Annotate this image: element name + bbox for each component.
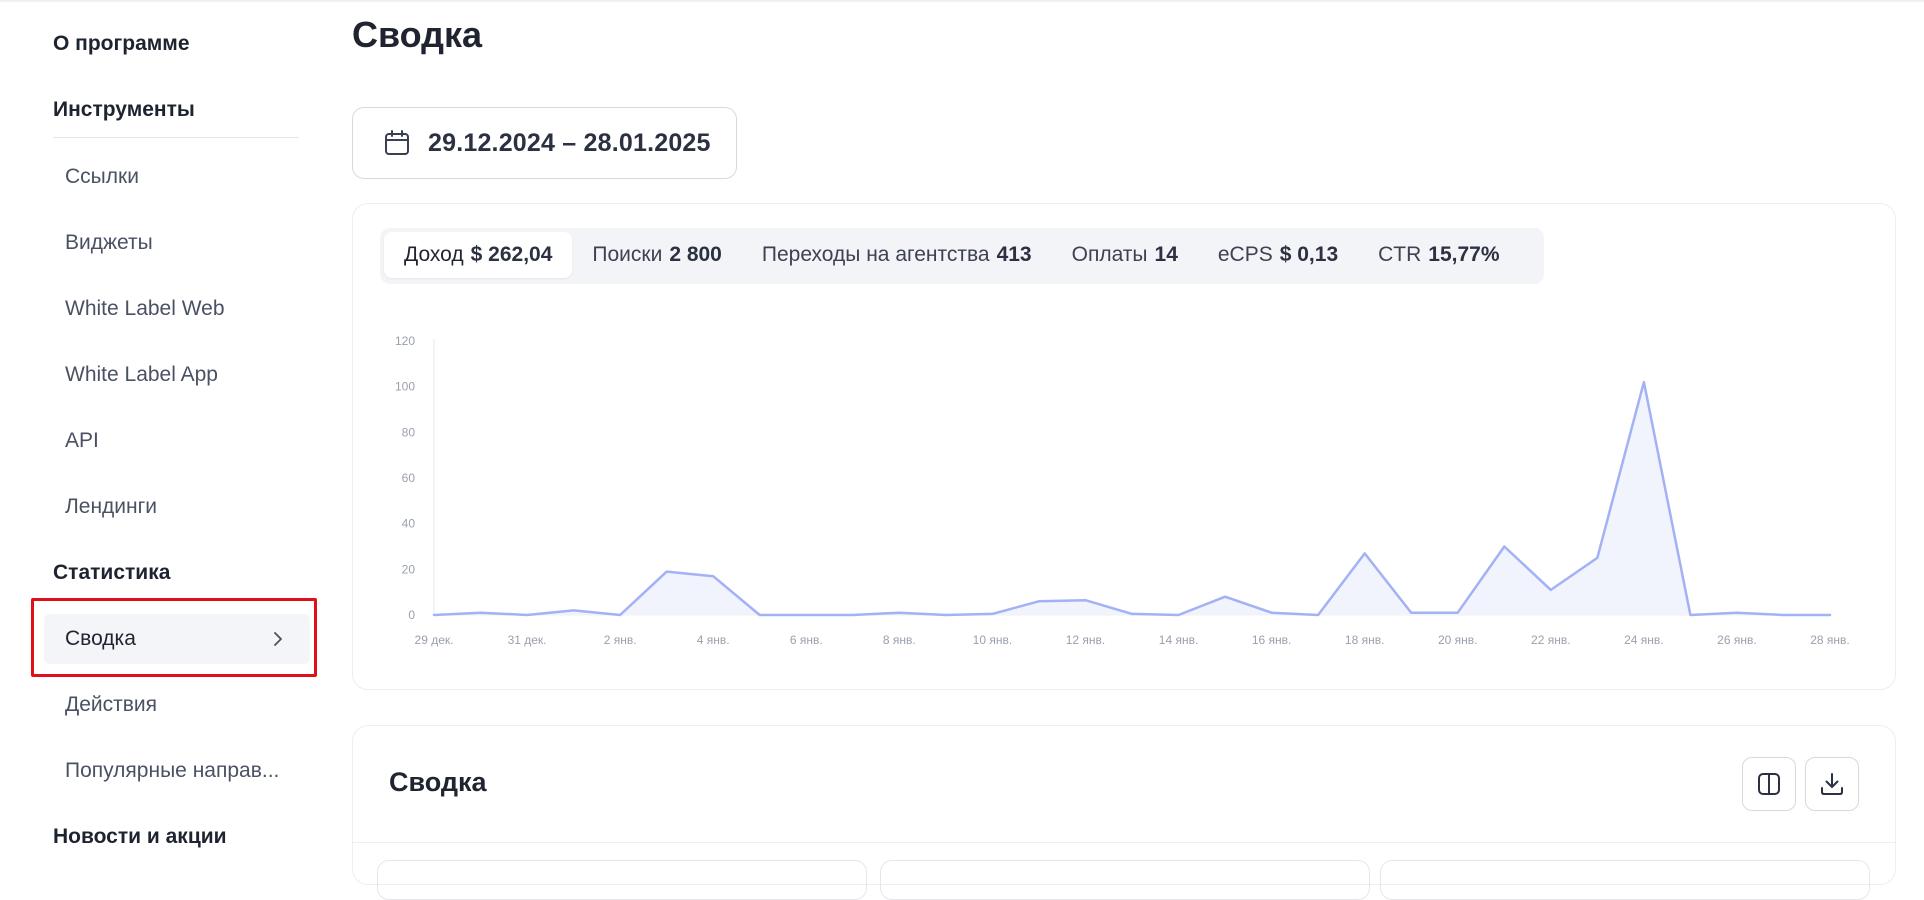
x-tick-label: 10 янв. (973, 633, 1013, 647)
x-tick-label: 24 янв. (1624, 633, 1664, 647)
page-title: Сводка (352, 14, 483, 55)
x-tick-label: 2 янв. (604, 633, 637, 647)
y-tick-label: 0 (408, 608, 415, 622)
sidebar-section-statistics[interactable]: Статистика (53, 561, 170, 585)
sidebar-item-summary[interactable]: Сводка (44, 614, 310, 664)
y-tick-label: 20 (402, 562, 416, 576)
y-tick-label: 60 (402, 471, 416, 485)
chevron-right-icon (274, 632, 282, 646)
sidebar-item-actions[interactable]: Действия (44, 680, 310, 730)
sidebar-item-white-label-app[interactable]: White Label App (44, 350, 310, 400)
x-tick-label: 14 янв. (1159, 633, 1199, 647)
sidebar-item-label: White Label App (65, 363, 218, 386)
sidebar-item-label: Сводка (65, 627, 136, 650)
sidebar-item-label: Лендинги (65, 495, 158, 518)
summary-title: Сводка (389, 767, 487, 797)
x-tick-label: 20 янв. (1438, 633, 1478, 647)
x-tick-label: 12 янв. (1066, 633, 1106, 647)
sidebar-item-label: API (65, 429, 99, 452)
sidebar-item-popular-destinations[interactable]: Популярные направ... (44, 746, 310, 796)
download-icon (1821, 773, 1843, 795)
y-tick-label: 80 (402, 425, 416, 439)
sidebar-section-tools[interactable]: Инструменты (53, 98, 195, 122)
calendar-icon (385, 130, 409, 155)
x-tick-label: 6 янв. (790, 633, 823, 647)
columns-button[interactable] (1742, 757, 1796, 811)
x-tick-label: 31 дек. (508, 633, 547, 647)
sidebar-item-label: Ссылки (65, 165, 139, 188)
summary-subcard (377, 860, 867, 900)
sidebar-divider (53, 137, 299, 138)
summary-subcard (880, 860, 1370, 900)
x-tick-label: 22 янв. (1531, 633, 1571, 647)
summary-divider (353, 842, 1895, 843)
sidebar-item-label: White Label Web (65, 297, 225, 320)
sidebar-item-api[interactable]: API (44, 416, 310, 466)
sidebar-item-white-label-web[interactable]: White Label Web (44, 284, 310, 334)
x-tick-label: 16 янв. (1252, 633, 1292, 647)
x-tick-label: 26 янв. (1717, 633, 1757, 647)
sidebar-item-widgets[interactable]: Виджеты (44, 218, 310, 268)
sidebar-item-label: Популярные направ... (65, 759, 280, 782)
y-tick-label: 40 (402, 517, 416, 531)
sidebar-item-links[interactable]: Ссылки (44, 152, 310, 202)
x-tick-label: 28 янв. (1810, 633, 1850, 647)
x-tick-label: 29 дек. (415, 633, 454, 647)
y-tick-label: 100 (395, 380, 415, 394)
x-tick-label: 4 янв. (697, 633, 730, 647)
y-tick-label: 120 (395, 334, 415, 348)
summary-subcard (1380, 860, 1870, 900)
series-area (434, 382, 1830, 615)
sidebar: О программе Инструменты Ссылки Виджеты W… (0, 0, 320, 866)
chart-card: Доход $ 262,04 Поиски 2 800 Переходы на аг… (352, 203, 1896, 690)
sidebar-item-landings[interactable]: Лендинги (44, 482, 310, 532)
date-range-picker[interactable]: 29.12.2024 – 28.01.2025 (352, 107, 737, 179)
sidebar-item-label: Виджеты (65, 231, 153, 254)
date-range-text: 29.12.2024 – 28.01.2025 (428, 128, 711, 157)
sidebar-section-about[interactable]: О программе (53, 32, 190, 56)
income-chart: 0 20 40 60 80 100 120 29 дек. 31 дек. 2 янв. 4 янв… (395, 334, 1850, 647)
x-tick-label: 18 янв. (1345, 633, 1385, 647)
columns-icon (1758, 773, 1780, 795)
summary-card: Сводка (352, 725, 1896, 900)
x-tick-label: 8 янв. (883, 633, 916, 647)
download-button[interactable] (1805, 757, 1859, 811)
sidebar-section-news[interactable]: Новости и акции (53, 825, 227, 849)
sidebar-item-label: Действия (65, 693, 158, 716)
